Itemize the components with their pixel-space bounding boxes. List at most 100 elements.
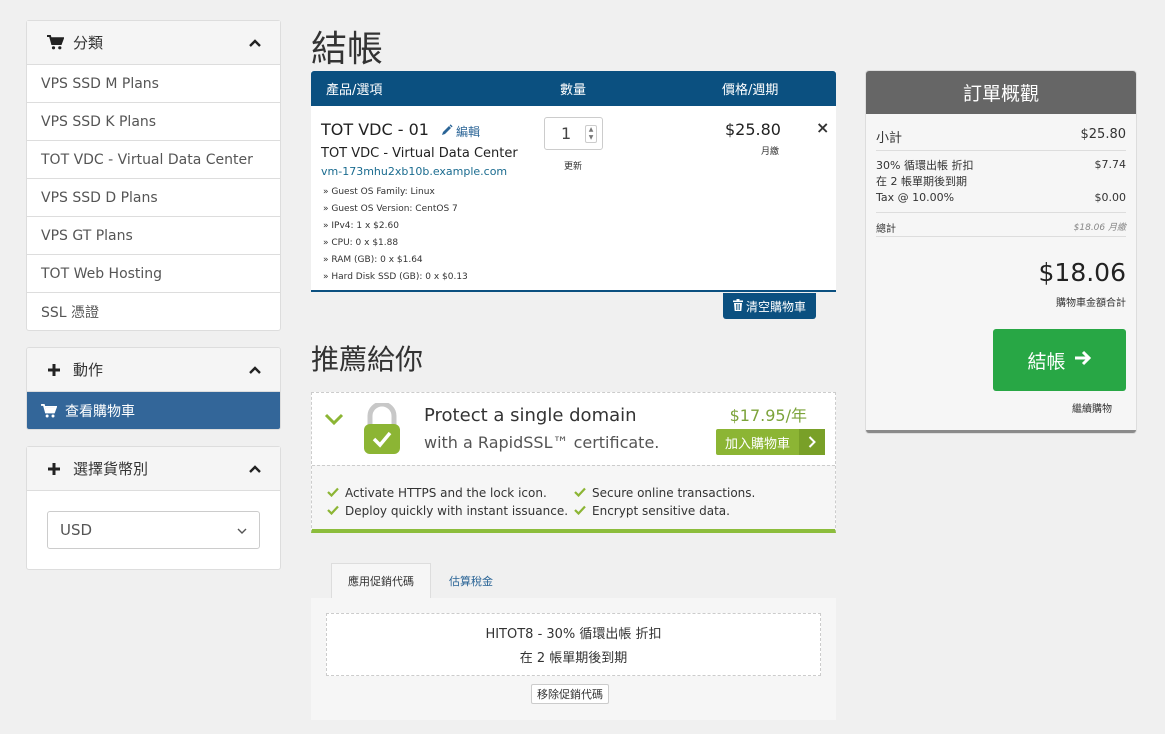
currency-title: 選擇貨幣別 (73, 460, 149, 478)
recommended-product: Protect a single domain with a RapidSSL™… (311, 392, 836, 533)
divider (876, 212, 1126, 213)
recommended-product-header: Protect a single domain with a RapidSSL™… (312, 393, 835, 465)
item-title: TOT VDC - 01 (321, 120, 429, 139)
recommended-product-subtitle: with a RapidSSL™ certificate. (424, 433, 660, 452)
view-cart-link[interactable]: 查看購物車 (27, 392, 280, 429)
sidebar-item-tot-vdc[interactable]: TOT VDC - Virtual Data Center (27, 141, 280, 179)
option-line: » Hard Disk SSD (GB): 0 x $0.13 (323, 272, 468, 282)
update-qty-button[interactable]: 更新 (564, 159, 582, 172)
total-amount: $18.06 (1038, 258, 1126, 287)
edit-label: 編輯 (456, 125, 481, 139)
trash-icon (732, 298, 743, 314)
feature-text: Secure online transactions. (592, 486, 756, 500)
promo-line-2: 在 2 帳單期後到期 (519, 651, 628, 666)
recommended-features: Activate HTTPS and the lock icon. Secure… (312, 465, 835, 529)
recurring-label: 總計 (876, 224, 896, 235)
add-to-cart-button[interactable]: 加入購物車 (716, 429, 825, 455)
sidebar-item-web-hosting[interactable]: TOT Web Hosting (27, 255, 280, 293)
chevron-down-icon[interactable] (324, 411, 344, 430)
divider (876, 150, 1126, 151)
checkout-button[interactable]: 結帳 (993, 329, 1126, 391)
total-label: 購物車金額合計 (1056, 298, 1126, 309)
chevron-up-icon[interactable]: ▲ (589, 127, 594, 133)
feature-item: Deploy quickly with instant issuance. (327, 504, 568, 518)
tab-estimate-tax[interactable]: 估算稅金 (436, 563, 506, 598)
empty-cart-button[interactable]: 清空購物車 (723, 293, 816, 319)
subtotal-value: $25.80 (1080, 127, 1127, 142)
remove-promo-button[interactable]: 移除促銷代碼 (531, 684, 609, 704)
cart-table: 產品/選項 數量 價格/週期 TOT VDC - 01 編輯 TOT VDC -… (311, 71, 836, 292)
order-summary-title: 訂單概觀 (866, 71, 1136, 114)
recurring-value: $18.06 月繳 (1073, 223, 1126, 233)
feature-text: Deploy quickly with instant issuance. (345, 504, 569, 518)
discount-row: 30% 循環出帳 折扣 在 2 帳單期後到期 $7.74 (876, 158, 1126, 190)
option-line: » Guest OS Family: Linux (323, 187, 435, 197)
recommend-title: 推薦給你 (311, 343, 424, 376)
pencil-icon (441, 124, 453, 139)
currency-value: USD (60, 521, 93, 539)
option-line: » IPv4: 1 x $2.60 (323, 221, 399, 231)
discount-label: 30% 循環出帳 折扣 在 2 帳單期後到期 (876, 158, 973, 190)
cart-header: 產品/選項 數量 價格/週期 (311, 71, 836, 106)
actions-title: 動作 (73, 361, 104, 379)
sidebar-item-vps-ssd-d[interactable]: VPS SSD D Plans (27, 179, 280, 217)
tax-label: Tax @ 10.00% (876, 191, 955, 204)
currency-header[interactable]: 選擇貨幣別 (27, 447, 280, 491)
continue-shopping-link[interactable]: 繼續購物 (1072, 400, 1112, 415)
subtotal-row: 小計 $25.80 (876, 127, 1126, 146)
discount-label-line-1: 30% 循環出帳 折扣 (876, 159, 974, 172)
chevron-down-icon[interactable]: ▼ (589, 135, 594, 141)
recommended-product-title: Protect a single domain (424, 405, 637, 426)
actions-header[interactable]: 動作 (27, 348, 280, 392)
view-cart-label: 查看購物車 (65, 404, 135, 420)
tab-apply-promo[interactable]: 應用促銷代碼 (331, 563, 431, 598)
plus-icon (47, 363, 67, 377)
plus-icon (47, 462, 67, 476)
check-icon (574, 504, 586, 518)
arrow-right-icon (1074, 349, 1092, 371)
currency-panel: 選擇貨幣別 USD (26, 446, 281, 570)
quantity-value: 1 (561, 124, 572, 143)
remove-item-button[interactable]: × (816, 118, 829, 137)
sidebar-item-vps-ssd-k[interactable]: VPS SSD K Plans (27, 103, 280, 141)
header-product: 產品/選項 (326, 83, 383, 98)
quantity-input[interactable]: 1 ▲ ▼ (544, 117, 603, 150)
feature-item: Secure online transactions. (574, 486, 755, 500)
divider (876, 236, 1126, 237)
check-icon (327, 504, 339, 518)
quantity-stepper[interactable]: ▲ ▼ (585, 125, 597, 143)
chevron-up-icon[interactable] (248, 462, 262, 476)
tax-row: Tax @ 10.00% $0.00 (876, 191, 1126, 204)
categories-header[interactable]: 分類 (27, 21, 280, 65)
item-cycle: 月繳 (761, 147, 780, 157)
applied-promo: HITOT8 - 30% 循環出帳 折扣 在 2 帳單期後到期 (326, 613, 821, 676)
chevron-down-icon (237, 521, 247, 539)
feature-item: Encrypt sensitive data. (574, 504, 730, 518)
option-line: » RAM (GB): 0 x $1.64 (323, 255, 423, 265)
sidebar-item-vps-gt[interactable]: VPS GT Plans (27, 217, 280, 255)
recommended-product-price: $17.95/年 (729, 406, 807, 425)
edit-link[interactable]: 編輯 (441, 123, 480, 140)
categories-title: 分類 (73, 34, 104, 52)
page-title: 結帳 (311, 29, 384, 70)
chevron-up-icon[interactable] (248, 36, 262, 50)
sidebar-item-ssl[interactable]: SSL 憑證 (27, 293, 280, 331)
cart-icon (41, 404, 57, 418)
check-icon (574, 486, 586, 500)
categories-panel: 分類 VPS SSD M Plans VPS SSD K Plans TOT V… (26, 20, 281, 331)
feature-text: Encrypt sensitive data. (592, 504, 730, 518)
feature-item: Activate HTTPS and the lock icon. (327, 486, 547, 500)
discount-label-line-2: 在 2 帳單期後到期 (876, 175, 967, 188)
option-line: » CPU: 0 x $1.88 (323, 238, 399, 248)
feature-text: Activate HTTPS and the lock icon. (345, 486, 547, 500)
chevron-up-icon[interactable] (248, 363, 262, 377)
subtotal-label: 小計 (876, 131, 903, 146)
ssl-lock-icon (362, 401, 402, 459)
option-line: » Guest OS Version: CentOS 7 (323, 204, 458, 214)
currency-select[interactable]: USD (47, 511, 260, 549)
empty-cart-label: 清空購物車 (745, 299, 806, 314)
sidebar-item-vps-ssd-m[interactable]: VPS SSD M Plans (27, 65, 280, 103)
item-subtitle: TOT VDC - Virtual Data Center (321, 146, 518, 161)
item-hostname: vm-173mhu2xb10b.example.com (321, 165, 508, 178)
cart-icon (47, 35, 67, 50)
